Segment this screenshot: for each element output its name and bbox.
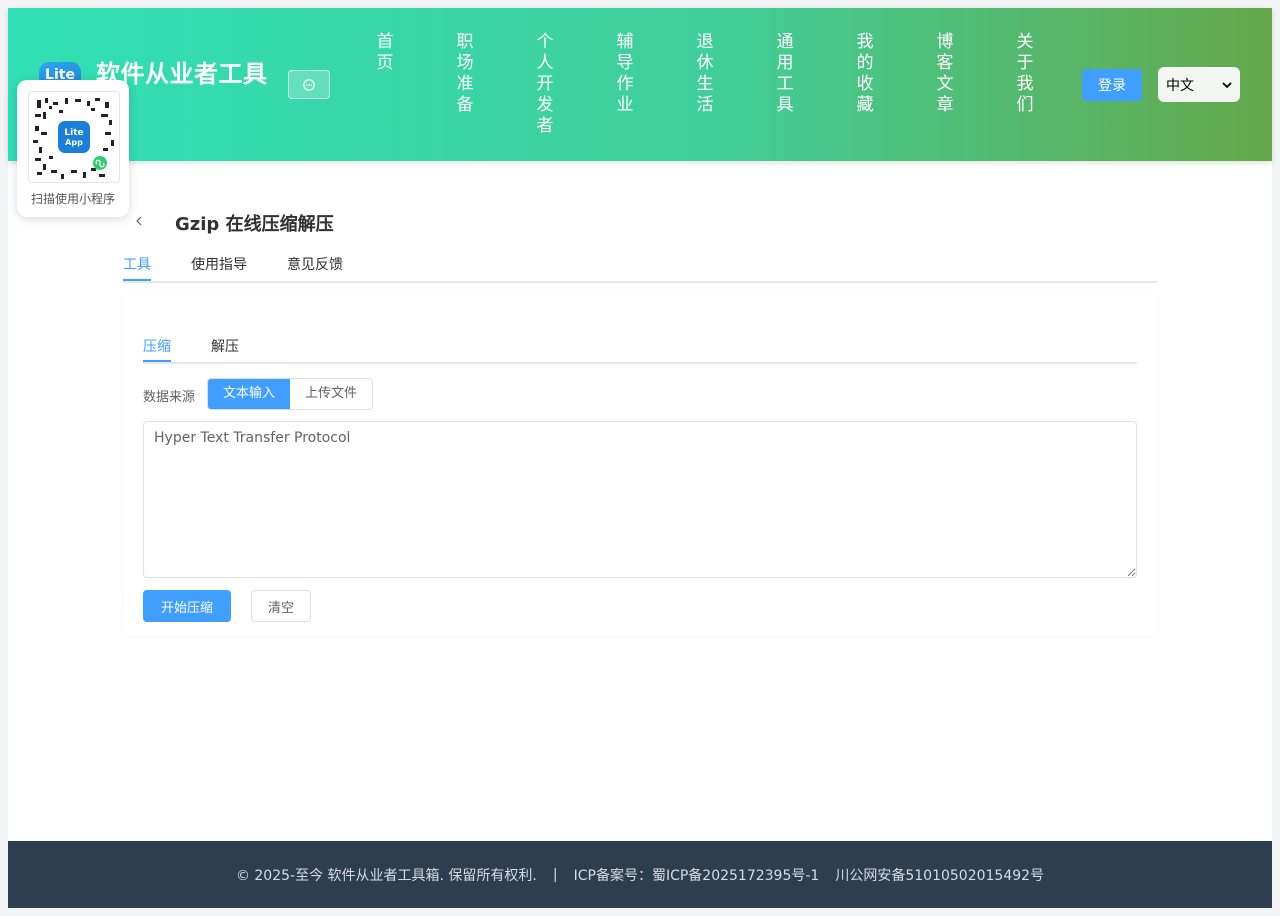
tab-compress[interactable]: 压缩 [143, 336, 171, 356]
input-textarea[interactable]: Hyper Text Transfer Protocol [143, 421, 1137, 578]
tab-guide[interactable]: 使用指导 [191, 254, 247, 274]
nav-home[interactable]: 首页 [374, 32, 396, 74]
nav-general-tools[interactable]: 通用工具 [774, 32, 796, 116]
tab-tool[interactable]: 工具 [123, 254, 151, 274]
site-header: Lite 软件从业者工具 首页 职场准备 个人开发者 辅导作业 退休生活 通用工… [8, 8, 1272, 161]
copyright-text: © 2025-至今 软件从业者工具箱. 保留所有权利. [235, 867, 537, 884]
back-arrow-icon[interactable] [133, 213, 145, 229]
language-select[interactable]: 中文 [1158, 67, 1240, 102]
clear-button[interactable]: 清空 [251, 590, 311, 622]
chat-bubble-icon [303, 78, 315, 91]
nav-retirement[interactable]: 退休生活 [694, 32, 716, 116]
nav-homework[interactable]: 辅导作业 [614, 32, 636, 116]
page-title: Gzip 在线压缩解压 [175, 214, 334, 235]
chat-button[interactable] [288, 70, 330, 99]
language-value: 中文 [1166, 77, 1194, 94]
nav-blog[interactable]: 博客文章 [934, 32, 956, 116]
page-tabs: 工具 使用指导 意见反馈 [123, 251, 1157, 283]
site-footer: © 2025-至今 软件从业者工具箱. 保留所有权利. | ICP备案号：蜀IC… [8, 841, 1272, 908]
mode-tabs: 压缩 解压 [143, 326, 1137, 364]
nav-indie-dev[interactable]: 个人开发者 [534, 32, 556, 137]
qr-caption: 扫描使用小程序 [30, 192, 115, 206]
source-text-input-button[interactable]: 文本输入 [208, 379, 291, 409]
app-frame: Lite 软件从业者工具 首页 职场准备 个人开发者 辅导作业 退休生活 通用工… [8, 8, 1272, 908]
nav-about[interactable]: 关于我们 [1014, 32, 1036, 116]
login-button[interactable]: 登录 [1082, 69, 1142, 101]
data-source-label: 数据来源 [143, 390, 196, 405]
tab-decompress[interactable]: 解压 [211, 336, 239, 356]
data-source-toggle: 文本输入 上传文件 [207, 378, 374, 410]
tab-feedback[interactable]: 意见反馈 [287, 254, 343, 274]
mini-program-qr-popup: Lite App 扫描使用小程序 [17, 80, 129, 217]
icp-link[interactable]: ICP备案号：蜀ICP备2025172395号-1 [574, 865, 820, 885]
active-tab-indicator [123, 279, 151, 281]
svg-text:Lite: Lite [64, 128, 83, 138]
footer-separator: | [552, 866, 558, 883]
nav-career-prep[interactable]: 职场准备 [454, 32, 476, 116]
qr-code-icon: Lite App [28, 91, 120, 183]
svg-text:App: App [65, 138, 83, 147]
active-mode-indicator [143, 360, 171, 362]
start-compress-button[interactable]: 开始压缩 [143, 590, 231, 622]
police-record-link[interactable]: 川公网安备51010502015492号 [835, 865, 1044, 885]
source-upload-file-button[interactable]: 上传文件 [290, 379, 373, 409]
nav-favorites[interactable]: 我的收藏 [854, 32, 876, 116]
tool-panel: 压缩 解压 数据来源 文本输入 上传文件 Hyper Text Transfer… [123, 296, 1157, 636]
chevron-down-icon [1222, 81, 1232, 88]
